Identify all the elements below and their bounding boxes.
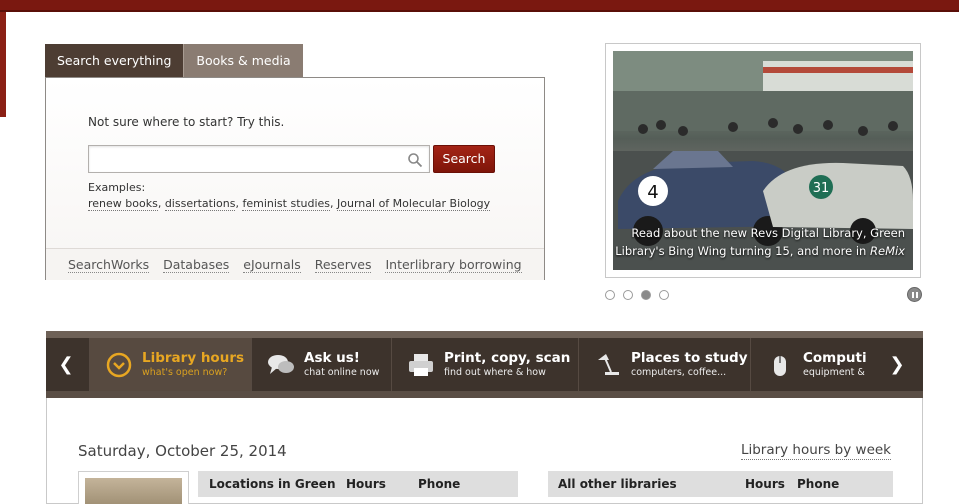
clock-icon [106,352,132,377]
green-library-thumbnail[interactable] [78,471,189,504]
service-title: Computi [803,350,867,366]
carousel-dot-4[interactable] [659,290,669,300]
service-subtitle: what's open now? [142,367,228,378]
hours-date: Saturday, October 25, 2014 [78,442,287,460]
service-title: Print, copy, scan [444,350,571,366]
caption-line-2: Library's Bing Wing turning 15, and more… [615,244,870,258]
svg-text:31: 31 [813,181,830,196]
service-library-hours[interactable]: Library hours what's open now? [89,338,251,391]
search-panel: Not sure where to start? Try this. Searc… [45,77,545,280]
service-places-to-study[interactable]: Places to study computers, coffee... [578,338,750,391]
example-link-renew-books[interactable]: renew books [88,197,158,211]
green-hours-table-header: Locations in Green Hours Phone [198,471,518,497]
link-ejournals[interactable]: eJournals [243,257,301,273]
example-link-journal-molecular-biology[interactable]: Journal of Molecular Biology [337,197,491,211]
site-top-bar [0,0,959,12]
col-phone: Phone [797,477,840,491]
link-interlibrary-borrowing[interactable]: Interlibrary borrowing [385,257,522,273]
printer-icon [409,353,433,376]
feature-caption[interactable]: Read about the new Revs Digital Library,… [615,224,905,260]
service-ask-us[interactable]: Ask us! chat online now [251,338,391,391]
carousel-dot-2[interactable] [623,290,633,300]
green-library-photo [85,478,182,504]
carousel-dot-3[interactable] [641,290,651,300]
other-hours-table-header: All other libraries Hours Phone [548,471,893,497]
chat-bubbles-icon [268,354,294,374]
search-field[interactable] [88,145,430,173]
service-subtitle: equipment & [803,367,865,378]
col-hours: Hours [346,477,386,491]
service-subtitle: computers, coffee... [631,367,727,378]
col-phone: Phone [418,477,461,491]
search-input[interactable] [89,146,399,172]
col-all-other-libraries: All other libraries [558,477,677,491]
services-prev-arrow[interactable]: ❮ [46,338,86,391]
search-hint: Not sure where to start? Try this. [88,115,285,129]
mouse-icon [774,355,786,376]
service-subtitle: chat online now [304,367,380,378]
col-hours: Hours [745,477,785,491]
caption-remix: ReMix [870,244,905,258]
search-icon [408,153,423,168]
carousel-dot-1[interactable] [605,290,615,300]
carousel-dots [605,290,669,300]
search-tabs: Search everything Books & media [45,44,303,78]
link-reserves[interactable]: Reserves [314,257,372,273]
hours-panel: Saturday, October 25, 2014 Library hours… [46,398,923,504]
service-subtitle: find out where & how [444,367,546,378]
svg-text:4: 4 [647,182,658,203]
service-print-copy-scan[interactable]: Print, copy, scan find out where & how [391,338,578,391]
col-locations-in-green: Locations in Green [209,477,336,491]
example-link-feminist-studies[interactable]: feminist studies [242,197,331,211]
tab-books-media[interactable]: Books & media [183,44,303,78]
service-title: Ask us! [304,350,360,366]
service-title: Places to study [631,350,748,366]
services-bar: ❮ Library hours what's open now? Ask us!… [46,331,923,398]
left-edge-decoration [0,12,6,117]
link-databases[interactable]: Databases [163,257,230,273]
services-next-arrow[interactable]: ❯ [877,338,917,391]
search-footer-links: SearchWorks Databases eJournals Reserves… [46,248,544,280]
feature-carousel[interactable]: 4 31 Read about the new Revs Digital Lib… [605,43,921,278]
library-hours-by-week-link[interactable]: Library hours by week [740,442,891,460]
desk-lamp-icon [598,353,619,375]
service-computing[interactable]: Computi equipment & [750,338,875,391]
link-searchworks[interactable]: SearchWorks [68,257,150,273]
examples-label: Examples: [88,181,146,194]
service-title: Library hours [142,350,245,366]
example-link-dissertations[interactable]: dissertations [164,197,236,211]
search-button[interactable]: Search [433,145,495,173]
caption-line-1: Read about the new Revs Digital Library,… [631,226,905,240]
tab-search-everything[interactable]: Search everything [45,44,184,78]
feature-photo[interactable]: 4 31 Read about the new Revs Digital Lib… [613,51,913,270]
carousel-pause-button[interactable] [907,287,922,302]
examples-list: renew books, dissertations, feminist stu… [88,197,491,211]
